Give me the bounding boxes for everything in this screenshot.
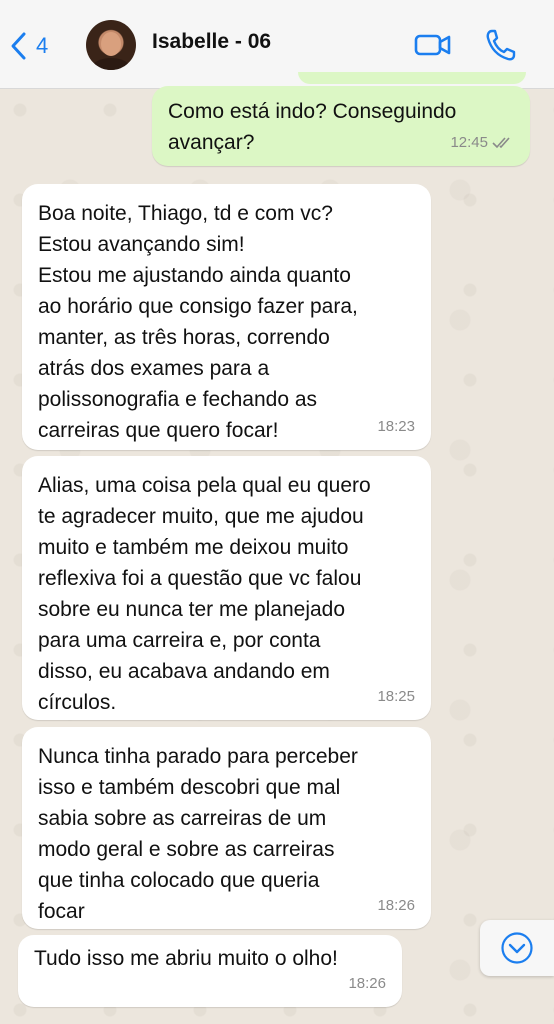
message-bubble-incoming[interactable]: Boa noite, Thiago, td e com vc? Estou av…	[22, 184, 431, 450]
phone-icon[interactable]	[484, 28, 516, 62]
message-text: Alias, uma coisa pela qual eu quero te a…	[38, 474, 371, 714]
back-button[interactable]: 4	[8, 26, 48, 66]
previous-message-edge	[298, 72, 526, 84]
message-time: 18:26	[377, 897, 415, 914]
message-text: Tudo isso me abriu muito o olho!	[34, 947, 338, 970]
message-bubble-outgoing[interactable]: Como está indo? Conseguindo avançar? 12:…	[152, 86, 530, 166]
chevron-left-icon	[11, 32, 26, 60]
message-bubble-incoming[interactable]: Nunca tinha parado para perceber isso e …	[22, 727, 431, 929]
chevron-down-circle-icon	[501, 932, 533, 964]
message-bubble-incoming[interactable]: Tudo isso me abriu muito o olho! 18:26	[18, 935, 402, 1007]
message-time: 18:23	[377, 418, 415, 435]
contact-name[interactable]: Isabelle - 06	[152, 30, 271, 54]
message-time: 18:26	[348, 975, 386, 992]
message-text: Boa noite, Thiago, td e com vc? Estou av…	[38, 202, 358, 442]
avatar[interactable]	[86, 20, 136, 70]
unread-count: 4	[36, 33, 49, 58]
message-time: 12:45	[450, 127, 514, 158]
message-time: 18:25	[377, 688, 415, 705]
video-camera-icon[interactable]	[414, 30, 452, 60]
message-text: Nunca tinha parado para perceber isso e …	[38, 745, 358, 923]
double-check-icon	[492, 136, 510, 148]
scroll-to-bottom-button[interactable]	[480, 920, 554, 976]
message-bubble-incoming[interactable]: Alias, uma coisa pela qual eu quero te a…	[22, 456, 431, 720]
